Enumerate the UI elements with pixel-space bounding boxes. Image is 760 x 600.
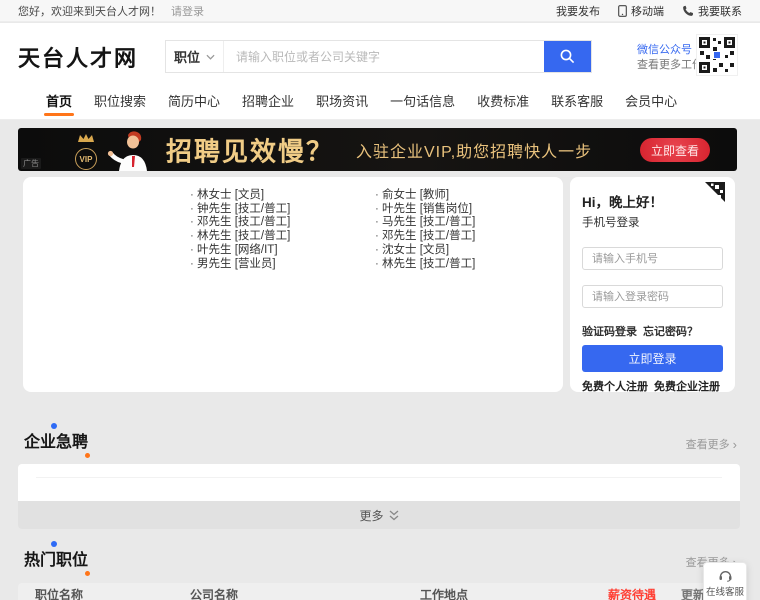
- decor-dot-orange: [85, 453, 90, 458]
- publish-link-label: 我要发布: [556, 3, 600, 19]
- register-links: 免费个人注册 免费企业注册: [582, 378, 720, 394]
- wechat-block: 微信公众号 查看更多工作: [637, 43, 703, 73]
- online-service-label: 在线客服: [706, 584, 744, 598]
- job-table-header-row: 职位名称公司名称工作地点薪资待遇更新时间: [18, 583, 740, 600]
- expand-label: 更多: [359, 507, 383, 524]
- chevron-down-icon: [206, 54, 215, 60]
- section-title-hot: 热门职位: [24, 546, 88, 570]
- candidate-item[interactable]: 林先生 [技工/普工]: [375, 258, 475, 272]
- urgent-section-header: 企业急聘 查看更多 ›: [24, 428, 737, 452]
- section-title-hot-label: 热门职位: [24, 552, 88, 569]
- candidate-item[interactable]: 邓先生 [技工/普工]: [375, 230, 475, 244]
- crown-icon: [77, 133, 95, 143]
- section-title-urgent-label: 企业急聘: [24, 434, 88, 451]
- search-category-select[interactable]: 职位: [166, 41, 224, 72]
- main-nav: 首页职位搜索简历中心招聘企业职场资讯一句话信息收费标准联系客服会员中心: [0, 85, 760, 120]
- candidate-item[interactable]: 男先生 [营业员]: [190, 258, 290, 272]
- phone-handset-icon: [682, 5, 694, 17]
- topbar-links: 我要发布 移动端 我要联系: [556, 3, 742, 19]
- login-greeting: Hi，晚上好！: [582, 191, 663, 211]
- banner-subline: 入驻企业VIP,助您招聘快人一步: [356, 138, 592, 162]
- candidate-item[interactable]: 叶先生 [网络/IT]: [190, 244, 290, 258]
- candidate-item[interactable]: 林先生 [技工/普工]: [190, 230, 290, 244]
- contact-link[interactable]: 我要联系: [682, 3, 742, 19]
- candidate-item[interactable]: 沈女士 [文员]: [375, 244, 475, 258]
- hot-section-header: 热门职位 查看更多 ›: [24, 546, 737, 570]
- nav-item-首页[interactable]: 首页: [40, 85, 78, 119]
- search-bar: 职位: [165, 40, 592, 73]
- search-category-value: 职位: [174, 47, 200, 66]
- nav-item-收费标准[interactable]: 收费标准: [471, 85, 535, 119]
- job-column-header: 公司名称: [190, 586, 238, 600]
- panel-divider: [36, 477, 722, 478]
- nav-item-职位搜索[interactable]: 职位搜索: [88, 85, 152, 119]
- vip-ad-banner[interactable]: 广告 VIP 招聘见效慢？ 入驻企业VIP,助您招聘快人一步 立即查看: [18, 128, 737, 171]
- job-column-header: 职位名称: [35, 586, 83, 600]
- decor-dot-orange: [85, 571, 90, 576]
- wechat-official-label[interactable]: 微信公众号: [637, 43, 703, 58]
- topbar: 您好，欢迎来到天台人才网！ 请登录 我要发布 移动端 我要联系: [0, 0, 760, 22]
- decor-dot-blue: [51, 423, 57, 429]
- search-input[interactable]: [224, 41, 544, 72]
- urgent-more-link[interactable]: 查看更多 ›: [686, 436, 737, 452]
- candidate-item[interactable]: 叶先生 [销售岗位]: [375, 203, 475, 217]
- decor-dot-blue: [51, 541, 57, 547]
- mobile-phone-icon: [618, 5, 627, 17]
- nav-item-简历中心[interactable]: 简历中心: [162, 85, 226, 119]
- urgent-more-label: 查看更多: [686, 436, 730, 452]
- nav-item-职场资讯[interactable]: 职场资讯: [310, 85, 374, 119]
- nav-item-一句话信息[interactable]: 一句话信息: [384, 85, 461, 119]
- urgent-jobs-panel: [18, 464, 740, 501]
- login-submit-button[interactable]: 立即登录: [582, 345, 723, 372]
- vip-badge-label: VIP: [75, 148, 97, 170]
- page: 您好，欢迎来到天台人才网！ 请登录 我要发布 移动端 我要联系 天台人才网 职位: [0, 0, 760, 600]
- vip-badge-icon: VIP: [73, 130, 99, 170]
- candidate-item[interactable]: 邓先生 [技工/普工]: [190, 216, 290, 230]
- nav-item-联系客服[interactable]: 联系客服: [545, 85, 609, 119]
- section-title-urgent: 企业急聘: [24, 428, 88, 452]
- wechat-more-label: 查看更多工作: [637, 58, 703, 73]
- password-input[interactable]: [582, 285, 723, 308]
- sms-login-link[interactable]: 验证码登录: [582, 323, 637, 339]
- candidate-item[interactable]: 俞女士 [教师]: [375, 189, 475, 203]
- login-link[interactable]: 请登录: [171, 3, 204, 19]
- candidate-item[interactable]: 钟先生 [技工/普工]: [190, 203, 290, 217]
- ad-tag: 广告: [21, 158, 41, 169]
- job-column-header: 工作地点: [420, 586, 468, 600]
- candidates-column-1: 林女士 [文员]钟先生 [技工/普工]邓先生 [技工/普工]林先生 [技工/普工…: [190, 189, 290, 271]
- job-column-header: 薪资待遇: [608, 586, 656, 600]
- mobile-link[interactable]: 移动端: [618, 3, 664, 19]
- phone-input[interactable]: [582, 247, 723, 270]
- login-links: 验证码登录 忘记密码？: [582, 323, 698, 339]
- site-logo[interactable]: 天台人才网: [18, 41, 138, 73]
- mascot-illustration: [104, 130, 156, 171]
- register-personal-link[interactable]: 免费个人注册: [582, 378, 648, 394]
- welcome-text: 您好，欢迎来到天台人才网！: [18, 3, 161, 19]
- candidate-item[interactable]: 马先生 [技工/普工]: [375, 216, 475, 230]
- login-mode-label: 手机号登录: [582, 214, 640, 230]
- urgent-expand-button[interactable]: 更多: [18, 501, 740, 529]
- mobile-link-label: 移动端: [631, 3, 664, 19]
- banner-headline: 招聘见效慢？: [166, 131, 334, 168]
- site-header: 天台人才网 职位 微信公众号 查看更多工作: [0, 23, 760, 85]
- nav-item-会员中心[interactable]: 会员中心: [619, 85, 683, 119]
- contact-link-label: 我要联系: [698, 3, 742, 19]
- double-chevron-down-icon: [389, 510, 399, 521]
- wechat-qr-code: [696, 34, 738, 76]
- login-panel: Hi，晚上好！ 手机号登录 验证码登录 忘记密码？ 立即登录 免费个人注册 免费…: [570, 177, 735, 392]
- candidates-column-2: 俞女士 [教师]叶先生 [销售岗位]马先生 [技工/普工]邓先生 [技工/普工]…: [375, 189, 475, 271]
- chevron-right-icon: ›: [733, 439, 737, 450]
- banner-cta-button[interactable]: 立即查看: [640, 138, 710, 162]
- nav-item-招聘企业[interactable]: 招聘企业: [236, 85, 300, 119]
- search-button[interactable]: [544, 41, 591, 72]
- publish-link[interactable]: 我要发布: [556, 3, 600, 19]
- register-company-link[interactable]: 免费企业注册: [654, 378, 720, 394]
- headset-icon: [718, 568, 733, 582]
- online-service-widget[interactable]: 在线客服: [703, 562, 747, 600]
- forgot-password-link[interactable]: 忘记密码？: [643, 323, 698, 339]
- search-icon: [559, 48, 576, 65]
- latest-candidates-panel: 林女士 [文员]钟先生 [技工/普工]邓先生 [技工/普工]林先生 [技工/普工…: [23, 177, 563, 392]
- qr-corner-icon[interactable]: [703, 181, 726, 204]
- candidate-item[interactable]: 林女士 [文员]: [190, 189, 290, 203]
